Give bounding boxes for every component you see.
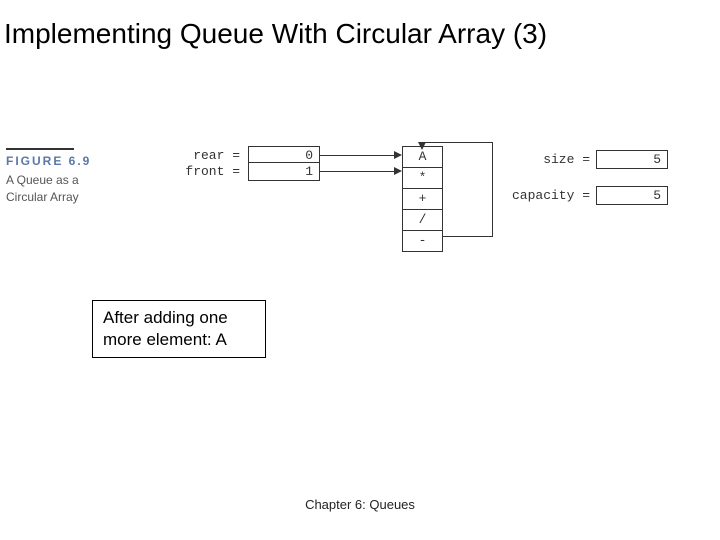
queue-diagram: rear = front = 0 1 A * + / - size = 5 ca…: [190, 140, 690, 310]
slide-title: Implementing Queue With Circular Array (…: [4, 18, 547, 50]
note-line1: After adding one: [103, 307, 255, 329]
wrap-arrow-head: [418, 142, 426, 150]
front-value-box: 1: [248, 162, 320, 181]
figure-caption: FIGURE 6.9 A Queue as a Circular Array: [6, 148, 126, 206]
figure-text-line2: Circular Array: [6, 189, 126, 206]
size-value-box: 5: [596, 150, 668, 169]
array-cell-4: -: [403, 231, 443, 252]
array-cell-1: *: [403, 168, 443, 189]
figure-text-line1: A Queue as a: [6, 172, 126, 189]
front-label: front =: [180, 164, 240, 179]
array-table: A * + / -: [402, 146, 443, 252]
arrow-front-to-cell1: [320, 171, 394, 172]
arrow-rear-to-cell0: [320, 155, 394, 156]
slide-footer: Chapter 6: Queues: [0, 497, 720, 512]
wrap-line-vert: [492, 142, 493, 237]
capacity-label: capacity =: [510, 188, 590, 203]
rear-label: rear =: [180, 148, 240, 163]
figure-rule: [6, 148, 74, 150]
array-cell-3: /: [403, 210, 443, 231]
note-line2: more element: A: [103, 329, 255, 351]
array-cell-2: +: [403, 189, 443, 210]
arrow-rear-head: [394, 151, 402, 159]
note-box: After adding one more element: A: [92, 300, 266, 358]
capacity-value-box: 5: [596, 186, 668, 205]
size-label: size =: [520, 152, 590, 167]
figure-number: FIGURE 6.9: [6, 154, 126, 168]
wrap-line-top: [422, 142, 493, 143]
wrap-line-bottom: [442, 236, 492, 237]
arrow-front-head: [394, 167, 402, 175]
